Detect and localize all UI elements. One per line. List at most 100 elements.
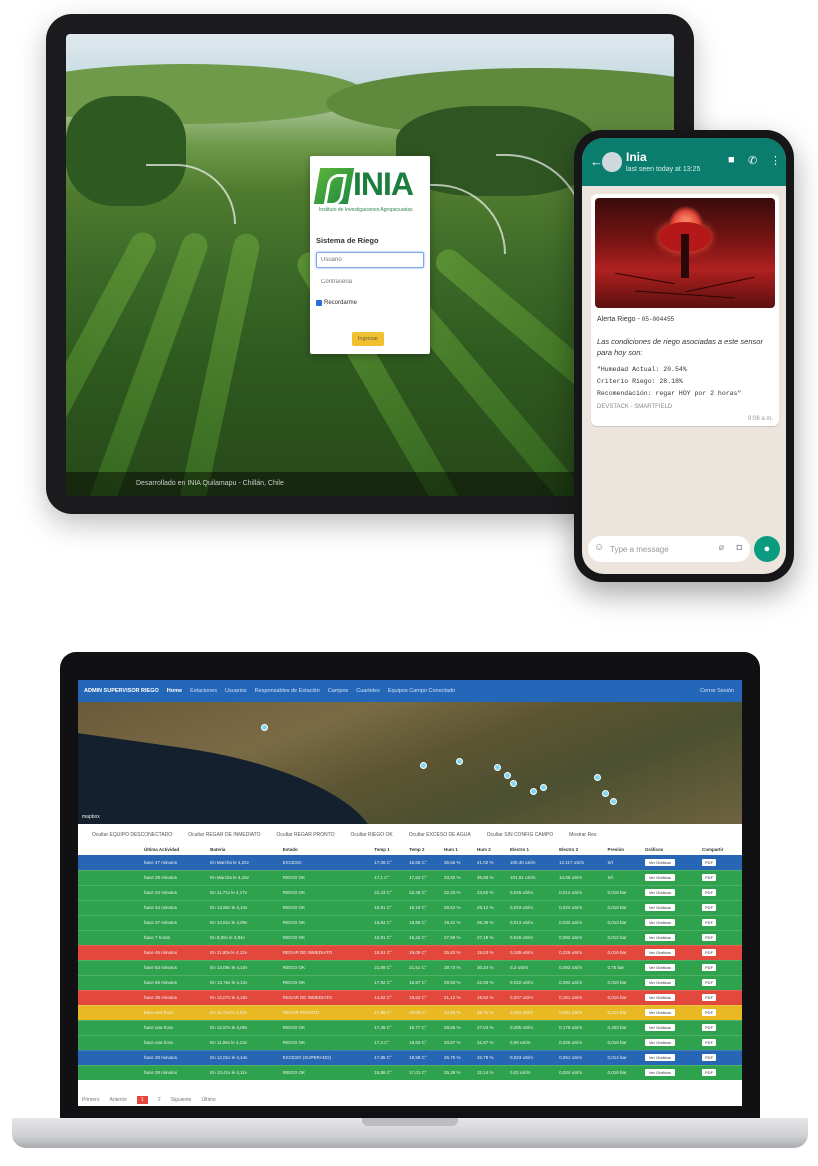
pdf-button[interactable]: PDF [702,934,717,941]
remember-me-checkbox[interactable]: Recordarme [316,300,357,306]
nav-cuarteles[interactable]: Cuarteles [356,688,380,694]
pdf-button[interactable]: PDF [702,994,717,1001]
view-graphs-button[interactable]: Ver Gráficos [644,919,675,926]
table-row[interactable]: hace 46 minutos En 11,90v le 4,12v REGAR D… [78,945,742,961]
table-row[interactable]: hace una hora En 11,72v le 4,02v REGAR PRO… [78,1005,742,1021]
pdf-button[interactable]: PDF [702,1054,717,1061]
filter-regar-inmediato[interactable]: Ocultar REGAR DE INMEDIATO [188,832,260,838]
pdf-button[interactable]: PDF [702,858,717,866]
pager-next[interactable]: Siguiente [171,1097,192,1103]
table-row[interactable]: hace 34 minutos En 11,71v le 4,17v RIEGO O… [78,885,742,901]
table-row[interactable]: hace 7 horas En 9,55v le 3,94v RIEGO OK 16,… [78,930,742,946]
nav-usuarios[interactable]: Usuarios [225,688,247,694]
pdf-button[interactable]: PDF [702,1009,717,1016]
view-graphs-button[interactable]: Ver Gráficos [644,979,675,986]
map-marker-icon[interactable] [456,758,463,765]
view-graphs-button[interactable]: Ver Gráficos [644,994,675,1001]
map-marker-icon[interactable] [420,762,427,769]
pager-last[interactable]: Último [201,1097,215,1103]
table-row[interactable]: hace 30 minutos En 12,01v le 4,14v EXCESO … [78,1050,742,1066]
alert-image[interactable] [595,198,775,308]
filter-riego-ok[interactable]: Ocultar RIEGO OK [351,832,393,838]
table-row[interactable]: hace una hora En 11,86v le 4,13v RIEGO OK 1… [78,1035,742,1051]
view-graphs-button[interactable]: Ver Gráficos [644,934,675,941]
column-header[interactable]: Estado [280,844,373,855]
video-call-icon[interactable]: ■ [728,154,735,166]
message-bubble[interactable]: Alerta Riego - 05-004455 Las condiciones… [591,194,779,426]
pdf-button[interactable]: PDF [702,1069,717,1076]
table-row[interactable]: hace 28 minutos En Marcha le 4,18v RIEGO O… [78,870,742,886]
column-header[interactable]: Hum 2 [475,844,508,855]
map-marker-icon[interactable] [261,724,268,731]
pdf-button[interactable]: PDF [702,979,717,986]
nav-estaciones[interactable]: Estaciones [190,688,217,694]
table-row[interactable]: hace 44 minutos En 13,90v le 4,14v RIEGO O… [78,900,742,916]
column-header[interactable]: Temp 2 [407,844,442,855]
view-graphs-button[interactable]: Ver Gráficos [644,1009,675,1016]
avatar[interactable] [602,152,622,172]
map-marker-icon[interactable] [594,774,601,781]
nav-home[interactable]: Home [167,688,182,694]
attach-icon[interactable]: ⌀ [719,542,724,553]
table-row[interactable]: hace 37 minutos En 13,81v le 4,09v RIEGO O… [78,915,742,931]
table-row[interactable]: hace 53 minutos En 13,09v le 4,10v RIEGO O… [78,960,742,976]
microphone-button[interactable]: ● [754,536,780,562]
map-marker-icon[interactable] [540,784,547,791]
map-marker-icon[interactable] [602,790,609,797]
login-button[interactable]: Ingresar [352,332,384,346]
table-row[interactable]: hace una hora En 12,57v le 4,06v RIEGO OK 1… [78,1020,742,1036]
view-graphs-button[interactable]: Ver Gráficos [644,874,675,881]
map-marker-icon[interactable] [510,780,517,787]
view-graphs-button[interactable]: Ver Gráficos [644,1024,675,1031]
filter-desconectado[interactable]: Ocultar EQUIPO DESCONECTADO [92,832,172,838]
table-row[interactable]: hace 47 minutos En Marcha le 4,22v EXCESO 1… [78,855,742,871]
column-header[interactable]: Temp 1 [372,844,408,855]
view-graphs-button[interactable]: Ver Gráficos [644,858,675,866]
pager-previous[interactable]: Anterior [110,1097,128,1103]
pdf-button[interactable]: PDF [702,904,717,911]
message-input[interactable]: ☺ Type a message ⌀ ◘ [588,536,750,562]
pdf-button[interactable]: PDF [702,949,717,956]
satellite-map[interactable]: mapbox [78,702,742,824]
pager-current[interactable]: 1 [137,1096,148,1104]
camera-icon[interactable]: ◘ [737,542,742,552]
username-input[interactable] [316,252,424,268]
view-graphs-button[interactable]: Ver Gráficos [644,1039,675,1046]
filter-mostrar[interactable]: Mostrar Res [569,832,596,838]
view-graphs-button[interactable]: Ver Gráficos [644,1069,675,1076]
pdf-button[interactable]: PDF [702,1039,717,1046]
contact-name[interactable]: Inia [626,150,647,164]
map-attribution[interactable]: mapbox [82,814,100,820]
pager-page-2[interactable]: 2 [158,1097,161,1103]
nav-equipos[interactable]: Equipos Campo Conectado [388,688,455,694]
pdf-button[interactable]: PDF [702,919,717,926]
view-graphs-button[interactable]: Ver Gráficos [644,949,675,956]
filter-regar-pronto[interactable]: Ocultar REGAR PRONTO [277,832,335,838]
map-marker-icon[interactable] [504,772,511,779]
logout-link[interactable]: Cerrar Sesión [700,688,734,694]
filter-sin-config[interactable]: Ocultar SIN CONFIG CAMPO [487,832,553,838]
menu-dots-icon[interactable]: ⋮ [770,154,781,167]
column-header[interactable]: Electro 2 [557,844,606,855]
map-marker-icon[interactable] [610,798,617,805]
view-graphs-button[interactable]: Ver Gráficos [644,889,675,896]
emoji-icon[interactable]: ☺ [594,542,604,553]
column-header[interactable]: Electro 1 [508,844,558,855]
view-graphs-button[interactable]: Ver Gráficos [644,964,675,971]
checkbox-checked-icon[interactable] [316,300,322,306]
column-header[interactable]: Presión [605,844,643,855]
phone-call-icon[interactable]: ✆ [748,154,757,167]
navbar-brand[interactable]: ADMIN SUPERVISOR RIEGO [84,688,159,694]
pager-first[interactable]: Primero [82,1097,100,1103]
nav-campos[interactable]: Campos [328,688,348,694]
view-graphs-button[interactable]: Ver Gráficos [644,904,675,911]
map-marker-icon[interactable] [530,788,537,795]
filter-exceso[interactable]: Ocultar EXCESO DE AGUA [409,832,471,838]
pdf-button[interactable]: PDF [702,874,717,881]
pdf-button[interactable]: PDF [702,889,717,896]
column-header[interactable]: Hum 1 [442,844,475,855]
table-row[interactable]: hace 38 minutos En 12,07v le 4,15v REGAR D… [78,990,742,1006]
column-header[interactable]: Última Actividad [142,844,209,855]
column-header[interactable]: Compartir [700,844,742,855]
password-input[interactable] [316,274,424,290]
